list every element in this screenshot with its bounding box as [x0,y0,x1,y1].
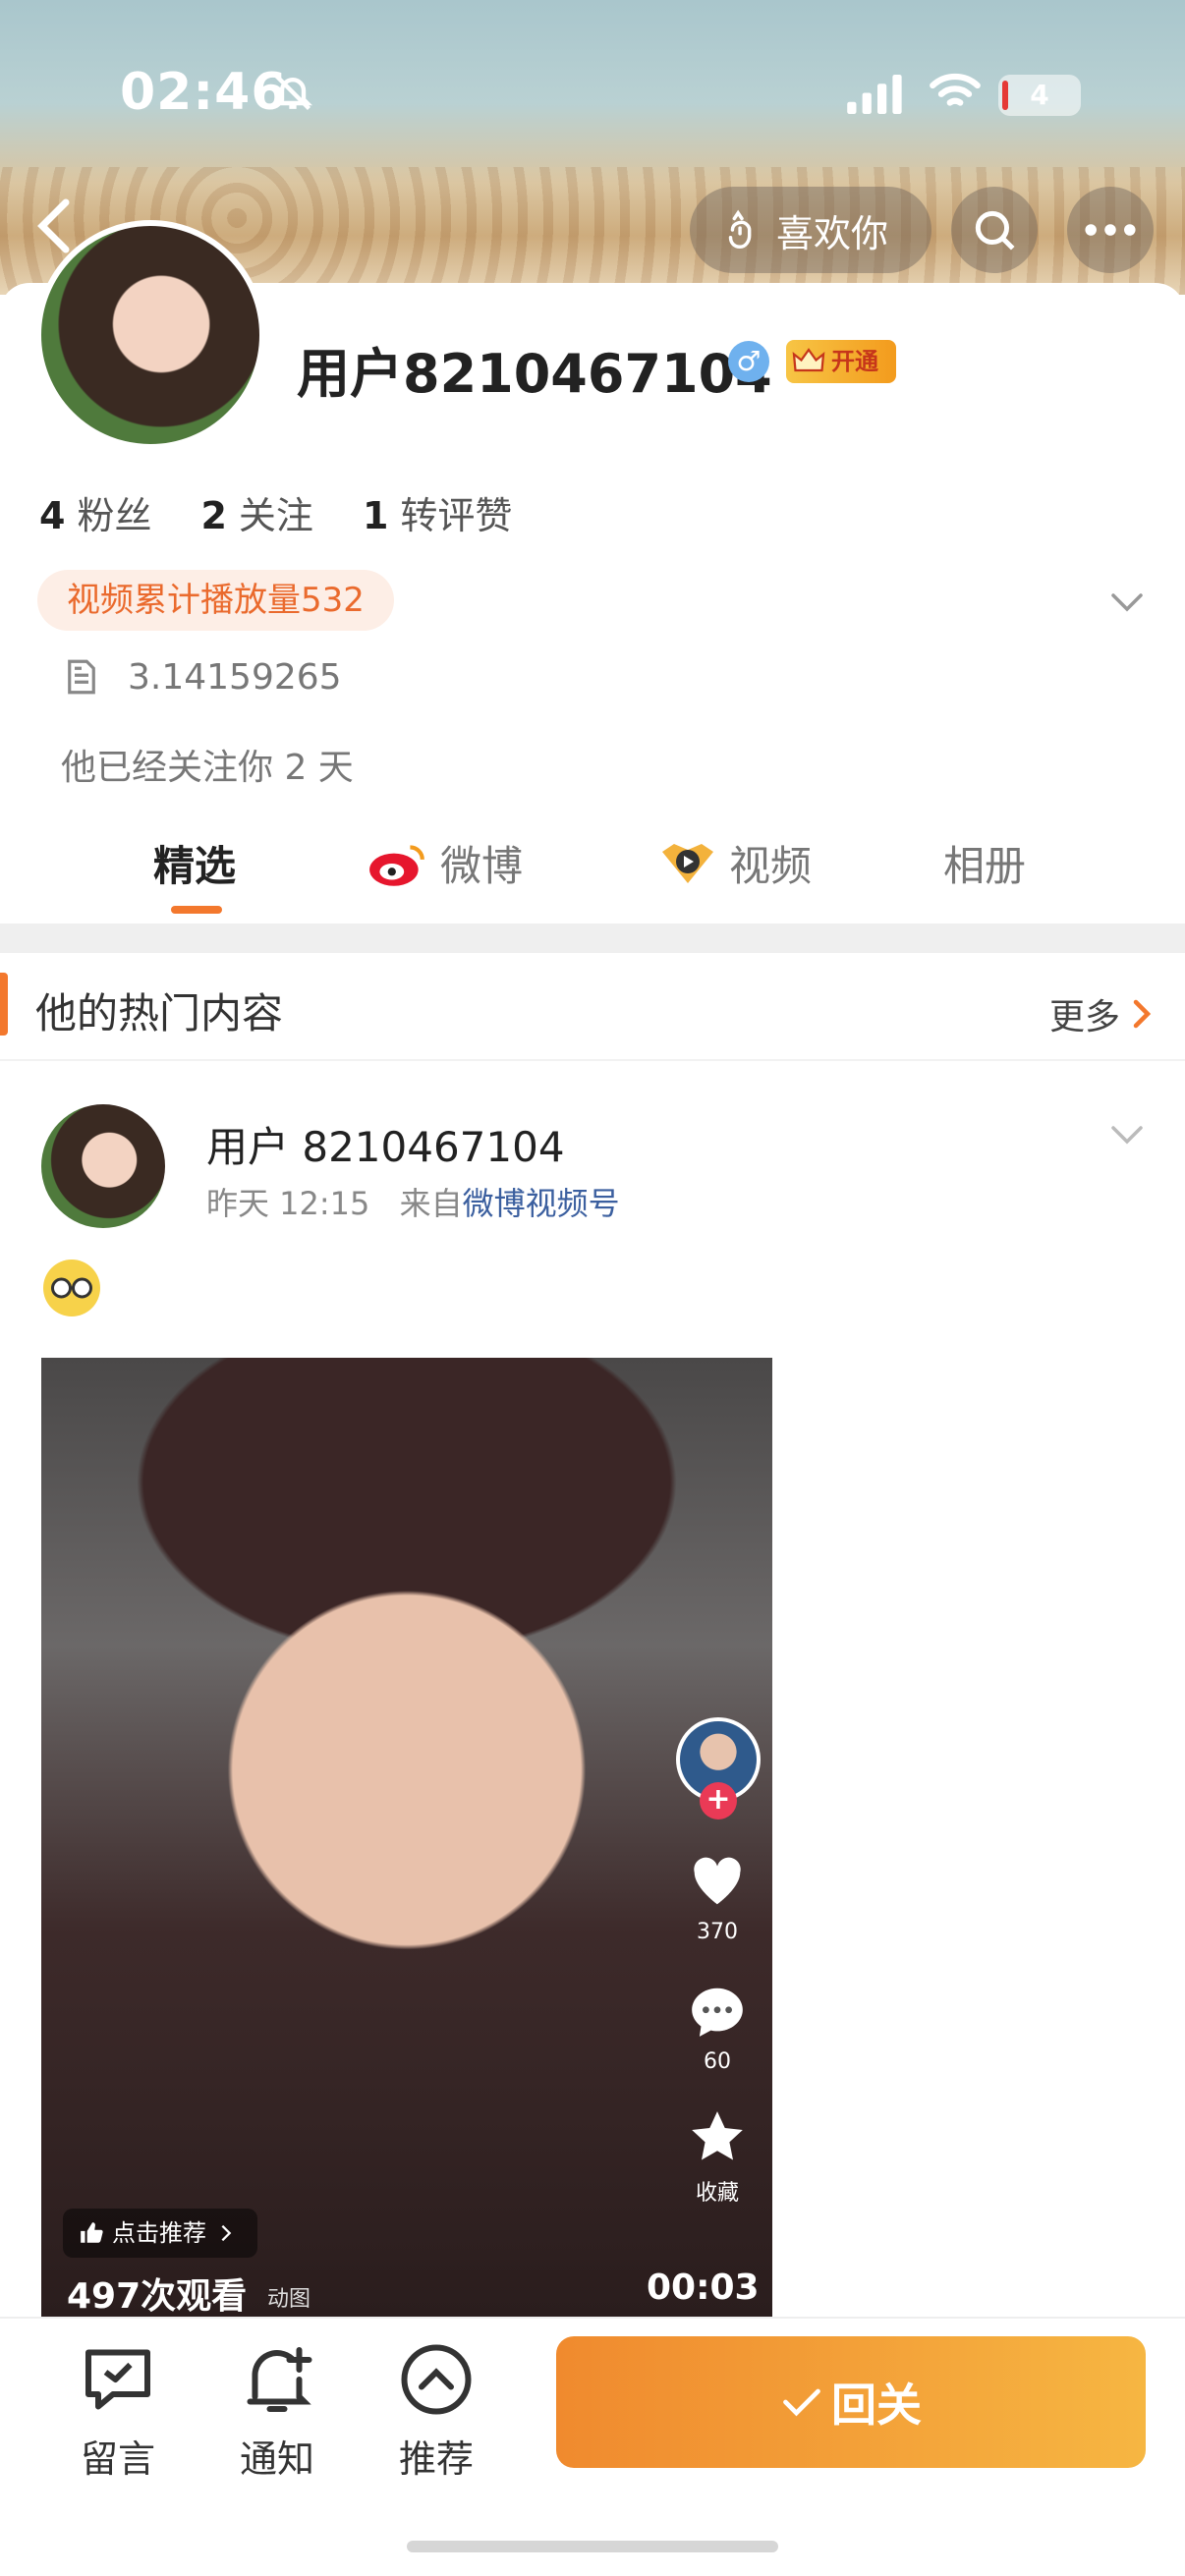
video-favorite-button[interactable]: 收藏 [666,2106,768,2207]
tab-featured-label: 精选 [153,842,237,890]
heart-icon [694,1857,741,1905]
video-like-button[interactable]: 370 [666,1851,768,1944]
profile-avatar[interactable] [35,220,265,450]
profile-username: 用户8210467104 [297,343,772,405]
like-you-button[interactable]: 喜欢你 [690,187,931,273]
follow-back-label: 回关 [831,2379,922,2432]
post-video-player[interactable]: + 370 60 收藏 点击推荐 497次观看 动图 00:03 [41,1358,772,2317]
video-comment-count: 60 [704,2049,731,2074]
stat-followers[interactable]: 4 粉丝 [39,485,151,539]
section-divider [0,924,1185,953]
checkmark-icon [783,2388,820,2417]
status-time: 02:46 [120,63,288,122]
message-bubble-icon [85,2349,150,2410]
more-link[interactable]: 更多 [1049,988,1156,1039]
stat-interactions-label: 转评赞 [400,494,513,537]
home-indicator [407,2541,778,2552]
video-plays-badge[interactable]: 视频累计播放量532 [37,570,394,631]
bell-plus-icon [247,2347,312,2412]
weibo-logo-icon [369,844,424,886]
stat-following-count: 2 [200,494,227,537]
post-author-name[interactable]: 用户 8210467104 [206,1114,565,1174]
crown-icon [792,348,825,372]
active-tab-indicator [171,906,222,914]
post-time: 昨天 12:15 [206,1185,370,1222]
post-meta: 昨天 12:15 来自微博视频号 [206,1179,620,1224]
video-frame [41,1358,772,2317]
video-view-count: 497次观看 [67,2276,248,2317]
stat-interactions-count: 1 [362,494,389,537]
recommend-chip[interactable]: 点击推荐 [63,2209,257,2258]
stat-following-label: 关注 [238,494,313,537]
video-like-count: 370 [697,1920,738,1944]
stat-interactions[interactable]: 1 转评赞 [363,485,512,539]
post-menu-chevron-icon[interactable] [1106,1114,1148,1155]
notify-button[interactable]: 通知 [218,2340,336,2483]
stat-followers-label: 粉丝 [77,494,152,537]
video-duration: 00:03 [647,2268,760,2308]
tab-featured[interactable]: 精选 [153,833,236,893]
tab-album-label: 相册 [943,842,1027,890]
hot-content-title: 他的热门内容 [35,989,284,1037]
chevron-down-icon[interactable] [1106,582,1148,623]
search-button[interactable] [951,187,1038,273]
section-accent-bar [0,973,8,1036]
vip-label: 开通 [831,348,878,375]
hot-content-header: 他的热门内容 更多 [0,953,1185,1061]
video-favorite-label: 收藏 [695,2181,739,2206]
thumbs-up-icon [81,2222,103,2243]
gif-tag: 动图 [267,2287,311,2312]
chevron-right-icon [1133,999,1152,1029]
stat-following[interactable]: 2 关注 [200,485,312,539]
finger-heart-icon [728,209,752,249]
star-icon [692,2111,743,2160]
wifi-icon [930,73,981,106]
follow-plus-icon[interactable]: + [700,1782,737,1820]
post-source-link[interactable]: 微博视频号 [463,1185,620,1222]
battery-indicator: 4 [998,75,1081,116]
post-source-prefix: 来自 [399,1185,463,1222]
follow-duration: 他已经关注你 2 天 [61,748,354,788]
comment-bubble-icon [692,1988,743,2037]
more-options-button[interactable] [1067,187,1154,273]
post-author-avatar[interactable] [41,1104,165,1228]
tab-weibo-label: 微博 [440,842,524,890]
cellular-signal-icon [847,75,902,114]
like-you-label: 喜欢你 [776,211,889,255]
silent-bell-icon [273,74,312,111]
notify-label: 通知 [239,2437,314,2481]
back-icon[interactable] [29,196,79,255]
message-label: 留言 [80,2437,155,2481]
gender-male-icon: ♂ [728,341,769,382]
more-label: 更多 [1049,997,1121,1037]
video-channel-icon [662,843,713,883]
bio-text: 3.14159265 [128,656,342,698]
document-icon [68,659,95,695]
profile-bio: 3.14159265 [61,656,342,698]
chevron-right-small-icon [221,2224,232,2242]
recommend-button-label: 推荐 [398,2437,474,2481]
search-icon [975,210,1015,251]
recommend-label: 点击推荐 [112,2219,206,2247]
status-bar: 02:46 4 [0,0,1185,187]
recommend-button[interactable]: 推荐 [377,2340,495,2483]
tab-album[interactable]: 相册 [943,833,1026,893]
tab-weibo[interactable]: 微博 [367,833,523,893]
chevron-up-circle-icon [401,2344,472,2415]
profile-stats: 4 粉丝 2 关注 1 转评赞 [39,485,561,539]
tab-video-label: 视频 [729,842,813,890]
follow-back-button[interactable]: 回关 [556,2336,1146,2468]
more-dots-icon [1085,224,1136,236]
profile-tabs: 精选 微博 视频 相册 [0,815,1185,924]
video-comment-button[interactable]: 60 [666,1981,768,2074]
tab-video[interactable]: 视频 [658,833,812,893]
bottom-action-bar: 留言 通知 推荐 回关 [0,2317,1185,2576]
message-button[interactable]: 留言 [59,2340,177,2483]
stat-followers-count: 4 [39,494,66,537]
vip-open-badge[interactable]: 开通 [786,340,896,383]
glasses-emoji-icon [43,1260,100,1316]
